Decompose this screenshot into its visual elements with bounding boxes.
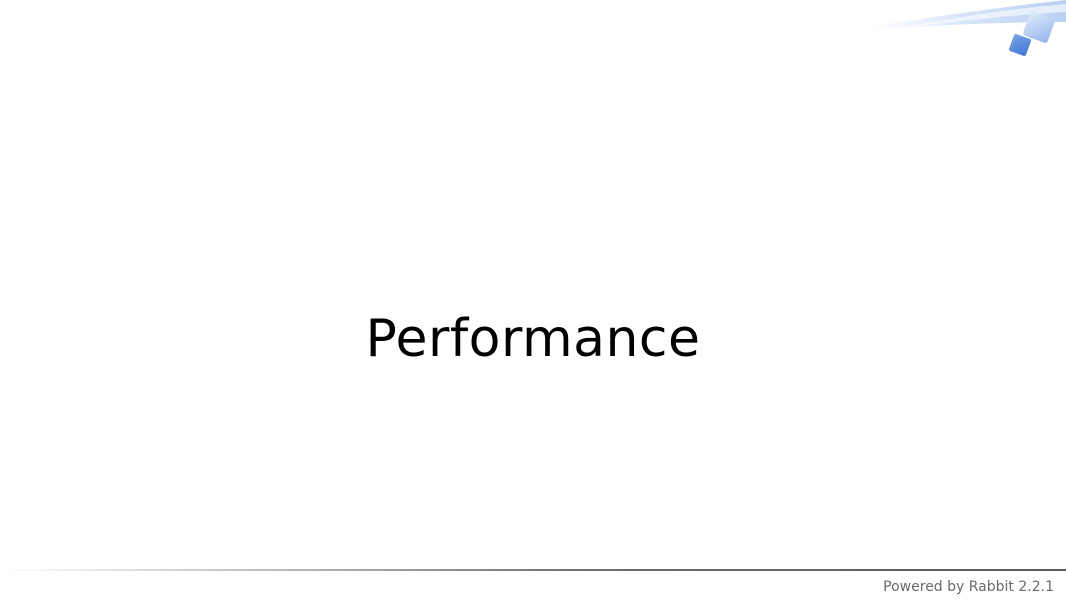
slide: Performance Powered by Rabbit 2.2.1	[0, 0, 1066, 600]
footer-divider	[0, 569, 1066, 571]
powered-by-text: Powered by Rabbit 2.2.1	[883, 579, 1054, 595]
slide-title: Performance	[365, 309, 701, 369]
corner-swoosh-icon	[836, 0, 1066, 56]
square-dark-icon	[1009, 34, 1031, 56]
